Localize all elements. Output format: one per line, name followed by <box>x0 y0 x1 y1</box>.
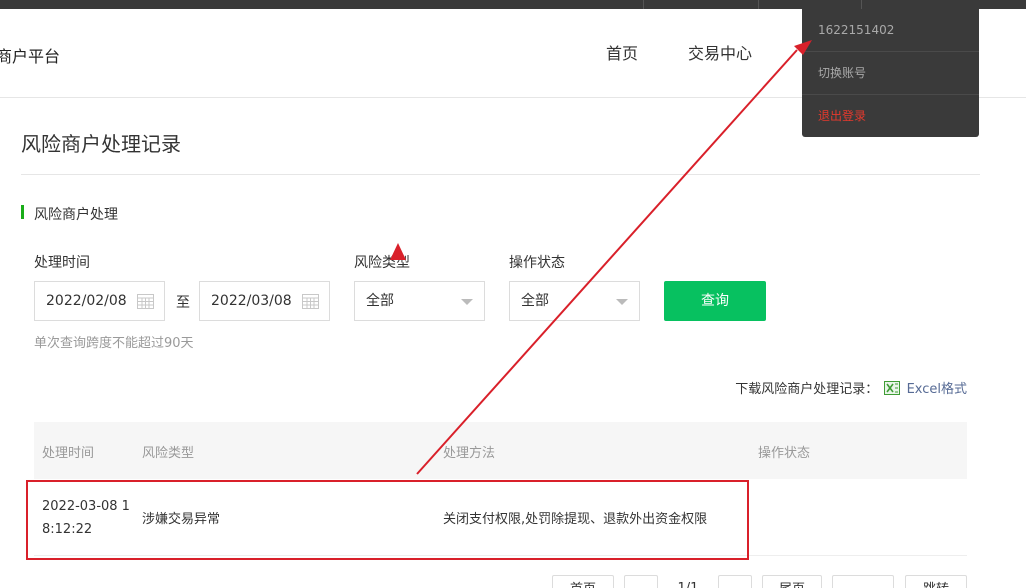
end-date-input[interactable]: 2022/03/08 <box>199 281 330 321</box>
nav-home[interactable]: 首页 <box>606 40 638 64</box>
download-row: 下载风险商户处理记录： Excel格式 <box>735 378 967 397</box>
start-date-input[interactable]: 2022/02/08 <box>34 281 165 321</box>
annotation-arrow-line <box>416 49 798 475</box>
table-header: 处理时间 风险类型 处理方法 操作状态 <box>34 422 967 479</box>
status-label: 操作状态 <box>509 255 565 271</box>
risk-type-select[interactable]: 全部 <box>354 281 485 321</box>
first-page-button[interactable]: 首页 <box>552 575 614 588</box>
column-header: 风险类型 <box>142 446 195 461</box>
jump-button[interactable]: 跳转 <box>905 575 967 588</box>
calendar-icon[interactable] <box>302 293 319 309</box>
page-title: 风险商户处理记录 <box>21 132 181 156</box>
download-label: 下载风险商户处理记录： <box>735 382 879 397</box>
risk-type-value: 全部 <box>366 293 394 309</box>
title-divider <box>21 174 980 175</box>
switch-account-item[interactable]: 切换账号 <box>802 52 979 95</box>
section-marker <box>21 205 24 219</box>
page-number-input[interactable] <box>832 575 894 588</box>
account-dropdown: 1622151402 切换账号 退出登录 <box>802 9 979 137</box>
chevron-down-icon <box>461 299 473 305</box>
status-select[interactable]: 全部 <box>509 281 640 321</box>
column-header: 处理方法 <box>443 446 496 461</box>
column-header: 操作状态 <box>758 446 811 461</box>
status-value: 全部 <box>521 293 549 309</box>
brand-title: 商户平台 <box>0 47 61 66</box>
section-title: 风险商户处理 <box>34 207 118 223</box>
end-date-value: 2022/03/08 <box>211 293 292 309</box>
date-separator: 至 <box>176 295 190 311</box>
top-bar <box>0 0 1026 9</box>
top-bar-divider <box>758 0 759 9</box>
excel-download-link[interactable]: Excel格式 <box>907 382 967 397</box>
nav-trade-center[interactable]: 交易中心 <box>688 40 752 64</box>
query-range-hint: 单次查询跨度不能超过90天 <box>34 336 194 351</box>
logout-item[interactable]: 退出登录 <box>802 95 979 138</box>
chevron-down-icon <box>616 299 628 305</box>
account-id: 1622151402 <box>802 9 979 52</box>
risk-type-label: 风险类型 <box>354 255 410 271</box>
last-page-button[interactable]: 尾页 <box>762 575 822 588</box>
query-button[interactable]: 查询 <box>664 281 766 321</box>
start-date-value: 2022/02/08 <box>46 293 127 309</box>
page-indicator: 1/1 <box>666 575 710 588</box>
top-bar-divider <box>643 0 644 9</box>
top-bar-divider <box>861 0 862 9</box>
column-header: 处理时间 <box>42 446 95 461</box>
calendar-icon[interactable] <box>137 293 154 309</box>
excel-icon[interactable] <box>884 381 901 395</box>
prev-page-button[interactable] <box>624 575 658 588</box>
time-filter-label: 处理时间 <box>34 255 90 271</box>
next-page-button[interactable] <box>718 575 752 588</box>
annotation-highlight-box <box>26 480 749 560</box>
page: 商户平台 首页 交易中心 1622151402 切换账号 退出登录 风险商户处理… <box>0 0 1026 588</box>
